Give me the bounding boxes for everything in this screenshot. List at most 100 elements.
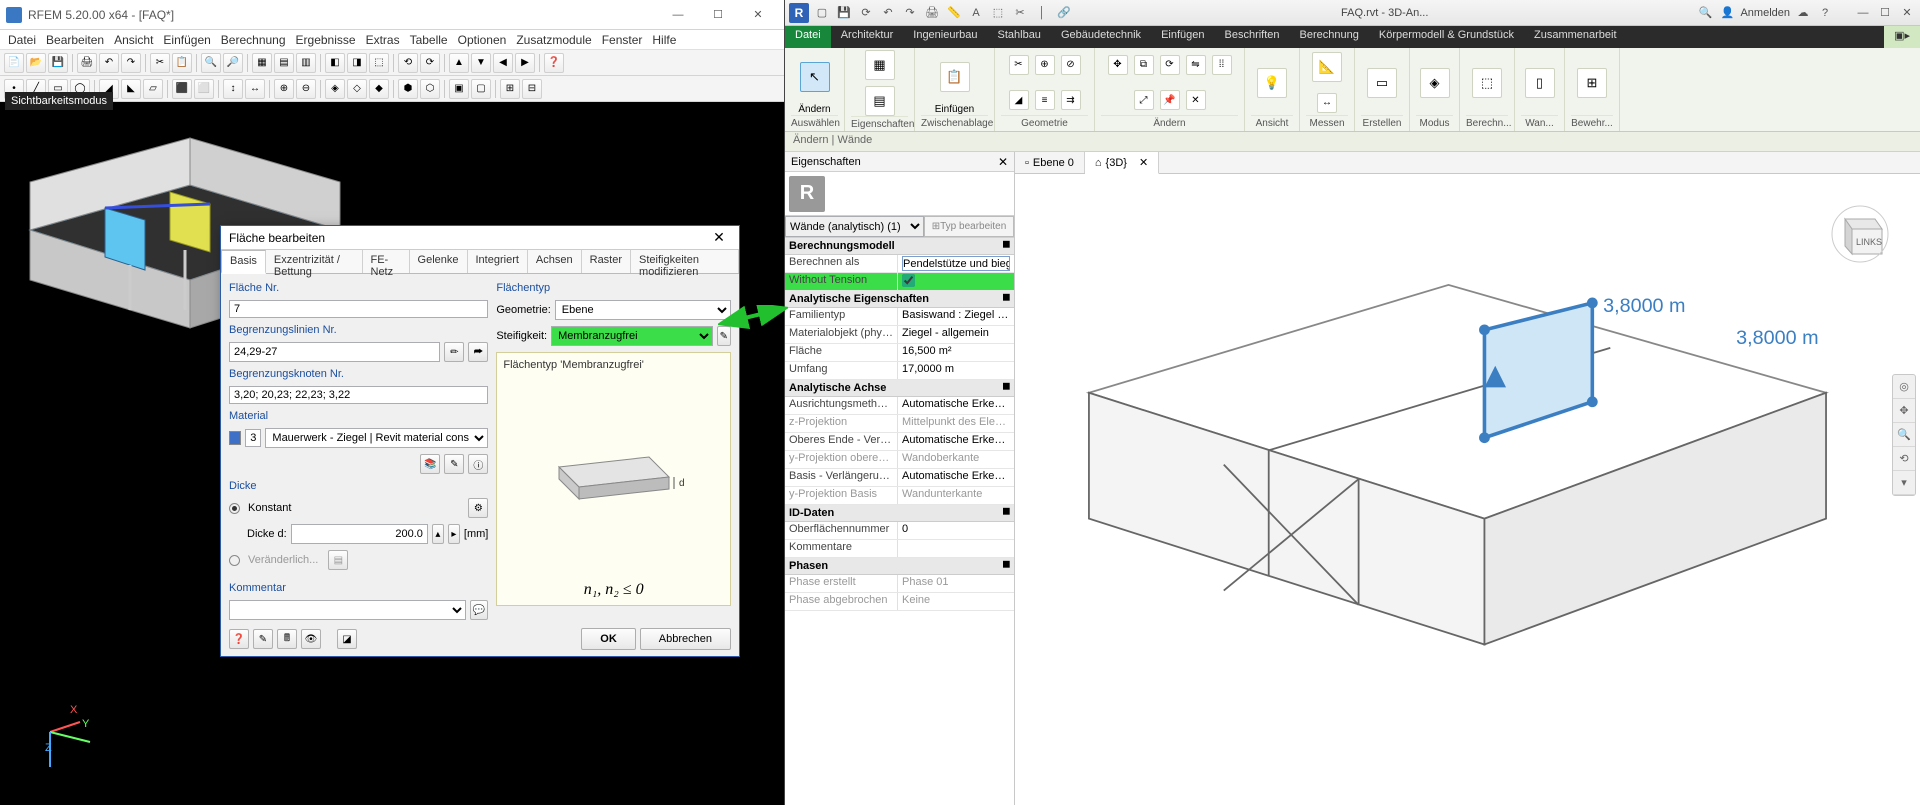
tool-icon[interactable]: ↕ bbox=[223, 79, 243, 99]
rotate-icon[interactable]: ⟳ bbox=[1160, 55, 1180, 75]
cat-phases[interactable]: Phasen⯀ bbox=[785, 558, 1014, 575]
trim-icon[interactable]: ◢ bbox=[1009, 90, 1029, 110]
mirror-icon[interactable]: ⇋ bbox=[1186, 55, 1206, 75]
thickness-variable-icon[interactable]: ▤ bbox=[328, 550, 348, 570]
nav-pan-icon[interactable]: ✥ bbox=[1893, 399, 1915, 423]
wall-icon[interactable]: ▯ bbox=[1525, 68, 1555, 98]
tool-icon[interactable]: ⊟ bbox=[522, 79, 542, 99]
tool-icon[interactable]: ▦ bbox=[252, 53, 272, 73]
scale-icon[interactable]: ⤢ bbox=[1134, 90, 1154, 110]
max-button[interactable]: ☐ bbox=[1876, 4, 1894, 22]
ribbon-tab-beschriften[interactable]: Beschriften bbox=[1215, 26, 1290, 48]
ok-button[interactable]: OK bbox=[581, 628, 636, 650]
calc-icon[interactable]: 🖩 bbox=[277, 629, 297, 649]
tool-icon[interactable]: ⊕ bbox=[274, 79, 294, 99]
tab-achsen[interactable]: Achsen bbox=[528, 250, 582, 273]
tab-bettung[interactable]: Exzentrizität / Bettung bbox=[266, 250, 363, 273]
cat-analytic-props[interactable]: Analytische Eigenschaften⯀ bbox=[785, 291, 1014, 308]
qat-link-icon[interactable]: 🔗 bbox=[1055, 4, 1073, 22]
revit-app-icon[interactable]: R bbox=[789, 3, 809, 23]
cancel-button[interactable]: Abbrechen bbox=[640, 628, 731, 650]
tool-icon[interactable]: 🖨 bbox=[77, 53, 97, 73]
align-icon[interactable]: ≡ bbox=[1035, 90, 1055, 110]
tool-icon[interactable]: ⬡ bbox=[420, 79, 440, 99]
min-button[interactable]: — bbox=[658, 3, 698, 27]
dialog-titlebar[interactable]: Fläche bearbeiten ✕ bbox=[221, 226, 739, 250]
without-tension-checkbox[interactable] bbox=[902, 274, 915, 287]
nav-zoom-icon[interactable]: 🔍 bbox=[1893, 423, 1915, 447]
tool-icon[interactable]: ▼ bbox=[471, 53, 491, 73]
qat-measure-icon[interactable]: 📏 bbox=[945, 4, 963, 22]
thickness-d-input[interactable] bbox=[291, 524, 428, 544]
user-icon[interactable]: 👤 bbox=[1718, 4, 1736, 22]
tool-icon[interactable]: 💾 bbox=[48, 53, 68, 73]
tool-icon[interactable]: 📋 bbox=[172, 53, 192, 73]
surface-no-input[interactable] bbox=[229, 300, 488, 318]
nav-orbit-icon[interactable]: ⟲ bbox=[1893, 447, 1915, 471]
qat-sync-icon[interactable]: ⟳ bbox=[857, 4, 875, 22]
help-icon[interactable]: ? bbox=[1816, 4, 1834, 22]
qat-undo-icon[interactable]: ↶ bbox=[879, 4, 897, 22]
cat-id-data[interactable]: ID-Daten⯀ bbox=[785, 505, 1014, 522]
comment-lib-icon[interactable]: 💬 bbox=[470, 600, 488, 620]
qat-redo-icon[interactable]: ↷ bbox=[901, 4, 919, 22]
cat-analytic-axis[interactable]: Analytische Achse⯀ bbox=[785, 380, 1014, 397]
panel-close-icon[interactable]: ✕ bbox=[998, 155, 1008, 169]
tool-icon[interactable]: ⬜ bbox=[194, 79, 214, 99]
type-selector[interactable]: R bbox=[785, 172, 1014, 216]
offset-icon[interactable]: ⇉ bbox=[1061, 90, 1081, 110]
max-button[interactable]: ☐ bbox=[698, 3, 738, 27]
help-icon[interactable]: ❓ bbox=[229, 629, 249, 649]
tool-icon[interactable]: ◣ bbox=[121, 79, 141, 99]
menu-datei[interactable]: Datei bbox=[8, 33, 36, 47]
boundary-lines-input[interactable] bbox=[229, 342, 440, 362]
qat-section-icon[interactable]: ✂ bbox=[1011, 4, 1029, 22]
geometry-select[interactable]: Ebene bbox=[555, 300, 731, 320]
menu-ergebnisse[interactable]: Ergebnisse bbox=[296, 33, 356, 47]
ribbon-tab-ingenieurbau[interactable]: Ingenieurbau bbox=[903, 26, 987, 48]
menu-optionen[interactable]: Optionen bbox=[458, 33, 507, 47]
tool-icon[interactable]: 🔍 bbox=[201, 53, 221, 73]
menu-berechnung[interactable]: Berechnung bbox=[221, 33, 286, 47]
qat-open-icon[interactable]: ▢ bbox=[813, 4, 831, 22]
material-lib-icon[interactable]: 📚 bbox=[420, 454, 440, 474]
tool-icon[interactable]: 🔎 bbox=[223, 53, 243, 73]
nav-wheel-icon[interactable]: ◎ bbox=[1893, 375, 1915, 399]
ribbon-tab-datei[interactable]: Datei bbox=[785, 26, 831, 48]
qat-print-icon[interactable]: 🖨 bbox=[923, 4, 941, 22]
calc-as-input[interactable] bbox=[902, 256, 1010, 271]
tool-icon[interactable]: ✂ bbox=[150, 53, 170, 73]
cut-geom-icon[interactable]: ✂ bbox=[1009, 55, 1029, 75]
view-tab-3d[interactable]: ⌂{3D}✕ bbox=[1085, 152, 1159, 174]
dim-icon[interactable]: ↔ bbox=[1317, 93, 1337, 113]
menu-hilfe[interactable]: Hilfe bbox=[652, 33, 676, 47]
cat-calc-model[interactable]: Berechnungsmodell⯀ bbox=[785, 238, 1014, 255]
thickness-constant-radio[interactable] bbox=[229, 503, 240, 514]
tool-icon[interactable]: ◨ bbox=[347, 53, 367, 73]
tool-icon[interactable]: ⬚ bbox=[369, 53, 389, 73]
pick-lines-icon[interactable]: ✏ bbox=[444, 342, 464, 362]
tab-basis[interactable]: Basis bbox=[221, 250, 266, 274]
tool-icon[interactable]: 📂 bbox=[26, 53, 46, 73]
tool-icon[interactable]: ▥ bbox=[296, 53, 316, 73]
tool-icon[interactable]: ⊖ bbox=[296, 79, 316, 99]
boundary-nodes-input[interactable] bbox=[229, 386, 488, 404]
cloud-icon[interactable]: ☁ bbox=[1794, 4, 1812, 22]
delete-icon[interactable]: ✕ bbox=[1186, 90, 1206, 110]
menu-einfuegen[interactable]: Einfügen bbox=[163, 33, 210, 47]
menu-tabelle[interactable]: Tabelle bbox=[410, 33, 448, 47]
thickness-variable-radio[interactable] bbox=[229, 555, 240, 566]
measure-icon[interactable]: 📐 bbox=[1312, 52, 1342, 82]
eye-icon[interactable]: 👁 bbox=[301, 629, 321, 649]
view-tab-close-icon[interactable]: ✕ bbox=[1139, 156, 1148, 169]
ribbon-tab-berechnung[interactable]: Berechnung bbox=[1290, 26, 1369, 48]
tool-icon[interactable]: ▤ bbox=[274, 53, 294, 73]
tool-icon[interactable]: ◇ bbox=[347, 79, 367, 99]
tab-raster[interactable]: Raster bbox=[582, 250, 631, 273]
join-icon[interactable]: ⊕ bbox=[1035, 55, 1055, 75]
menu-extras[interactable]: Extras bbox=[366, 33, 400, 47]
copy-icon[interactable]: ⧉ bbox=[1134, 55, 1154, 75]
array-icon[interactable]: ⁞⁞ bbox=[1212, 55, 1232, 75]
menu-zusatzmodule[interactable]: Zusatzmodule bbox=[516, 33, 591, 47]
tool-icon[interactable]: ▶ bbox=[515, 53, 535, 73]
